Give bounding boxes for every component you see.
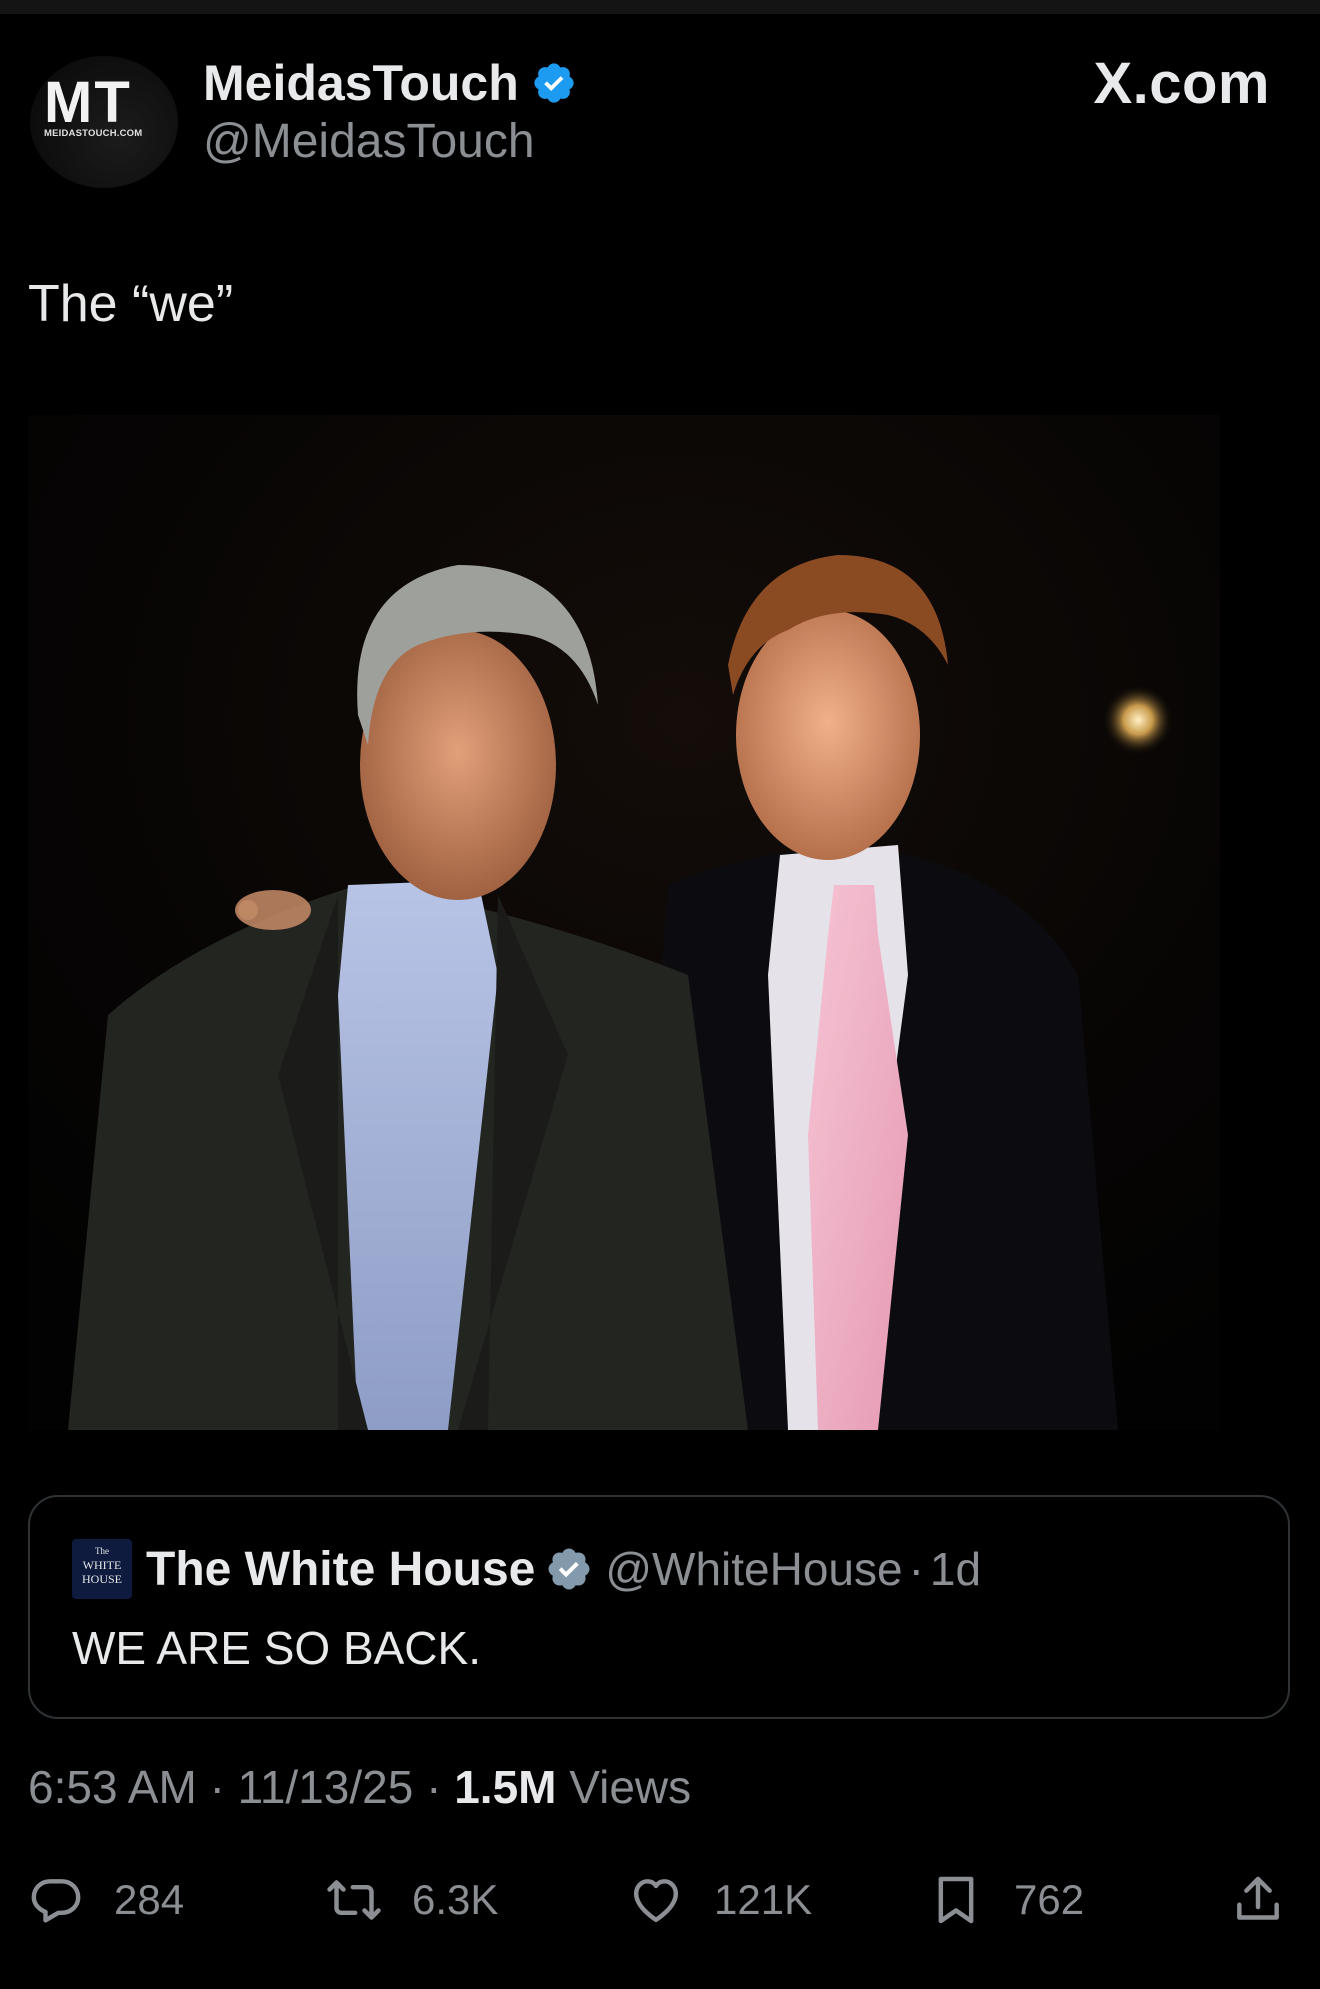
author-display-name[interactable]: MeidasTouch [203,54,519,112]
quoted-author-name[interactable]: The White House [146,1542,535,1597]
status-bar-strip [0,0,1320,14]
author-avatar[interactable]: MT MEIDASTOUCH.COM [30,56,178,188]
quoted-tweet-text: WE ARE SO BACK. [72,1622,481,1674]
views-label: Views [569,1761,692,1813]
quoted-author-handle[interactable]: @WhiteHouse [605,1542,902,1596]
verified-badge-icon [534,63,574,103]
quoted-avatar-line-2: WHITE [82,1558,122,1572]
bookmark-icon [938,1876,974,1924]
reply-button[interactable]: 284 [28,1860,184,1940]
tweet-text: The “we” [28,275,234,333]
like-button[interactable]: 121K [628,1860,812,1940]
avatar-logo-text: MT [44,70,132,135]
meta-separator-2: · [426,1761,442,1813]
repost-count: 6.3K [412,1876,499,1923]
reply-icon [31,1879,81,1923]
quoted-avatar-line-1: The [95,1546,109,1556]
bookmark-count: 762 [1014,1876,1085,1923]
heart-icon [633,1879,679,1923]
tweet-date[interactable]: 11/13/25 [238,1761,414,1813]
tweet-photo[interactable] [28,415,1220,1430]
quoted-avatar-line-3: HOUSE [81,1572,122,1586]
repost-button[interactable]: 6.3K [326,1860,498,1940]
meta-separator-1: · [209,1761,225,1813]
bookmark-button[interactable]: 762 [928,1860,1084,1940]
like-count: 121K [714,1876,813,1923]
photo-illustration [28,415,1220,1430]
repost-icon [327,1880,381,1920]
author-handle[interactable]: @MeidasTouch [203,114,535,169]
quoted-verified-badge-icon [548,1548,590,1590]
quoted-timestamp[interactable]: 1d [930,1542,981,1596]
quoted-separator: · [908,1543,924,1595]
tweet-meta: 6:53 AM · 11/13/25 · 1.5M Views [28,1760,691,1814]
views-count: 1.5M [454,1761,557,1813]
quoted-author-avatar[interactable]: The WHITE HOUSE [72,1539,132,1599]
quoted-tweet[interactable]: The WHITE HOUSE The White House @WhiteHo… [28,1495,1290,1719]
action-bar: 284 6.3K 121K 762 [0,1860,1320,1940]
avatar-logo-subtext: MEIDASTOUCH.COM [44,128,143,139]
reply-count: 284 [114,1876,185,1923]
quoted-tweet-header: The White House @WhiteHouse · 1d [146,1539,981,1599]
site-watermark: X.com [1093,51,1270,116]
share-button[interactable] [1230,1860,1286,1940]
share-icon [1237,1876,1279,1920]
author-name-row[interactable]: MeidasTouch [203,48,577,118]
tweet-time[interactable]: 6:53 AM [28,1761,197,1813]
